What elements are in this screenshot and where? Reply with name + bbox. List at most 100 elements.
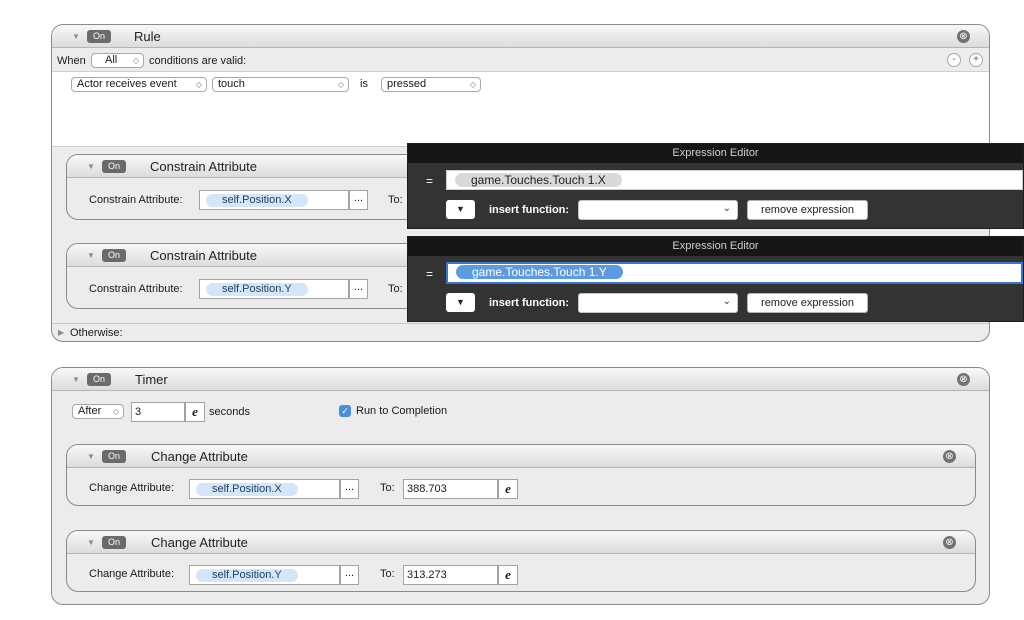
timer-title: Timer — [135, 372, 168, 387]
disclosure-down-icon[interactable]: ▼ — [87, 538, 95, 547]
constrain-y-label: Constrain Attribute: — [89, 283, 183, 295]
attribute-pill[interactable]: self.Position.Y — [196, 569, 298, 582]
constrain-y-on-toggle[interactable]: On — [102, 249, 126, 262]
disclosure-down-icon[interactable]: ▼ — [72, 375, 80, 384]
rule-close-icon[interactable]: ⊗ — [957, 30, 970, 43]
expression-editor-y: Expression Editor = game.Touches.Touch 1… — [407, 236, 1024, 322]
change-x-to-label: To: — [380, 482, 395, 494]
equals-sign: = — [426, 267, 434, 281]
remove-condition-button[interactable]: - — [947, 53, 961, 67]
insert-function-label: insert function: — [489, 204, 570, 216]
change-attribute-x-panel: ▼ On Change Attribute ⊗ Change Attribute… — [66, 444, 976, 506]
equals-sign: = — [426, 174, 434, 188]
constrain-x-to-label: To: — [388, 194, 403, 206]
expression-editor-x-title: Expression Editor — [408, 144, 1023, 163]
change-x-to-input[interactable]: 388.703 — [403, 479, 498, 499]
constrain-y-to-label: To: — [388, 283, 403, 295]
change-attribute-y-panel: ▼ On Change Attribute ⊗ Change Attribute… — [66, 530, 976, 592]
chevron-down-icon: ⌄ — [722, 296, 731, 307]
stepper-icon: ◇ — [132, 56, 139, 65]
rule-title: Rule — [134, 29, 161, 44]
state-value: pressed — [387, 78, 427, 90]
change-x-attribute-field[interactable]: self.Position.X — [189, 479, 340, 499]
expression-y-token[interactable]: game.Touches.Touch 1.Y — [456, 265, 623, 279]
rule-header — [52, 25, 989, 48]
timer-value-input[interactable]: 3 — [131, 402, 185, 422]
timer-on-toggle[interactable]: On — [87, 373, 111, 386]
constrain-y-title: Constrain Attribute — [150, 248, 257, 263]
stepper-icon: ◇ — [195, 80, 202, 89]
constrain-x-browse-button[interactable]: ... — [349, 190, 368, 210]
insert-dropdown-button[interactable]: ▼ — [446, 293, 475, 312]
stepper-icon: ◇ — [112, 407, 119, 416]
change-y-to-label: To: — [380, 568, 395, 580]
disclosure-down-icon[interactable]: ▼ — [87, 452, 95, 461]
disclosure-right-icon[interactable]: ▶ — [58, 328, 64, 337]
change-y-expression-e-icon[interactable]: e — [498, 565, 518, 585]
change-x-label: Change Attribute: — [89, 482, 175, 494]
timer-close-icon[interactable]: ⊗ — [957, 373, 970, 386]
otherwise-row[interactable]: ▶ Otherwise: — [52, 323, 989, 343]
conditions-valid-label: conditions are valid: — [149, 55, 247, 67]
constrain-y-attribute-field[interactable]: self.Position.Y — [199, 279, 349, 299]
stepper-icon: ◇ — [469, 80, 476, 89]
attribute-pill[interactable]: self.Position.Y — [206, 283, 308, 296]
change-x-close-icon[interactable]: ⊗ — [943, 450, 956, 463]
insert-function-select[interactable]: ⌄ — [578, 293, 738, 313]
is-label: is — [360, 78, 368, 90]
change-y-on-toggle[interactable]: On — [102, 536, 126, 549]
change-y-attribute-field[interactable]: self.Position.Y — [189, 565, 340, 585]
constrain-x-label: Constrain Attribute: — [89, 194, 183, 206]
change-x-browse-button[interactable]: ... — [340, 479, 359, 499]
conditions-area: Actor receives event ◇ touch ◇ is presse… — [52, 71, 989, 147]
change-y-label: Change Attribute: — [89, 568, 175, 580]
when-label: When — [57, 55, 86, 67]
expression-x-token[interactable]: game.Touches.Touch 1.X — [455, 173, 622, 187]
event-select[interactable]: touch ◇ — [212, 77, 349, 92]
constrain-x-on-toggle[interactable]: On — [102, 160, 126, 173]
expression-x-field[interactable]: game.Touches.Touch 1.X — [446, 170, 1023, 190]
rule-on-toggle[interactable]: On — [87, 30, 111, 43]
seconds-label: seconds — [209, 406, 250, 418]
change-y-title: Change Attribute — [151, 535, 248, 550]
condition-mode-value: All — [105, 54, 118, 66]
timer-panel: ▼ On Timer ⊗ After ◇ 3 e seconds ✓ Run t… — [51, 367, 990, 605]
timer-header — [52, 368, 989, 391]
change-x-expression-e-icon[interactable]: e — [498, 479, 518, 499]
constrain-x-title: Constrain Attribute — [150, 159, 257, 174]
constrain-y-browse-button[interactable]: ... — [349, 279, 368, 299]
attribute-pill[interactable]: self.Position.X — [206, 194, 308, 207]
state-select[interactable]: pressed ◇ — [381, 77, 481, 92]
change-y-browse-button[interactable]: ... — [340, 565, 359, 585]
constrain-x-attribute-field[interactable]: self.Position.X — [199, 190, 349, 210]
insert-function-label: insert function: — [489, 297, 570, 309]
change-x-on-toggle[interactable]: On — [102, 450, 126, 463]
remove-expression-button[interactable]: remove expression — [747, 293, 868, 313]
disclosure-down-icon[interactable]: ▼ — [87, 251, 95, 260]
timer-mode-value: After — [78, 405, 102, 417]
disclosure-down-icon[interactable]: ▼ — [87, 162, 95, 171]
expression-editor-x: Expression Editor = game.Touches.Touch 1… — [407, 143, 1024, 229]
timer-expression-e-icon[interactable]: e — [185, 402, 205, 422]
condition-type-value: Actor receives event — [77, 78, 177, 90]
expression-editor-y-title: Expression Editor — [408, 237, 1023, 256]
run-to-completion-checkbox[interactable]: ✓ — [339, 405, 351, 417]
timer-mode-select[interactable]: After ◇ — [72, 404, 124, 419]
insert-dropdown-button[interactable]: ▼ — [446, 200, 475, 219]
chevron-down-icon: ⌄ — [722, 203, 731, 214]
stepper-icon: ◇ — [337, 80, 344, 89]
add-condition-button[interactable]: + — [969, 53, 983, 67]
insert-function-select[interactable]: ⌄ — [578, 200, 738, 220]
attribute-pill[interactable]: self.Position.X — [196, 483, 298, 496]
condition-mode-select[interactable]: All ◇ — [91, 53, 144, 68]
remove-expression-button[interactable]: remove expression — [747, 200, 868, 220]
condition-type-select[interactable]: Actor receives event ◇ — [71, 77, 207, 92]
change-y-to-input[interactable]: 313.273 — [403, 565, 498, 585]
run-to-completion-label[interactable]: Run to Completion — [356, 405, 447, 417]
change-y-close-icon[interactable]: ⊗ — [943, 536, 956, 549]
otherwise-label: Otherwise: — [70, 327, 123, 339]
disclosure-down-icon[interactable]: ▼ — [72, 32, 80, 41]
expression-y-field[interactable]: game.Touches.Touch 1.Y — [446, 262, 1023, 284]
change-x-title: Change Attribute — [151, 449, 248, 464]
event-value: touch — [218, 78, 245, 90]
